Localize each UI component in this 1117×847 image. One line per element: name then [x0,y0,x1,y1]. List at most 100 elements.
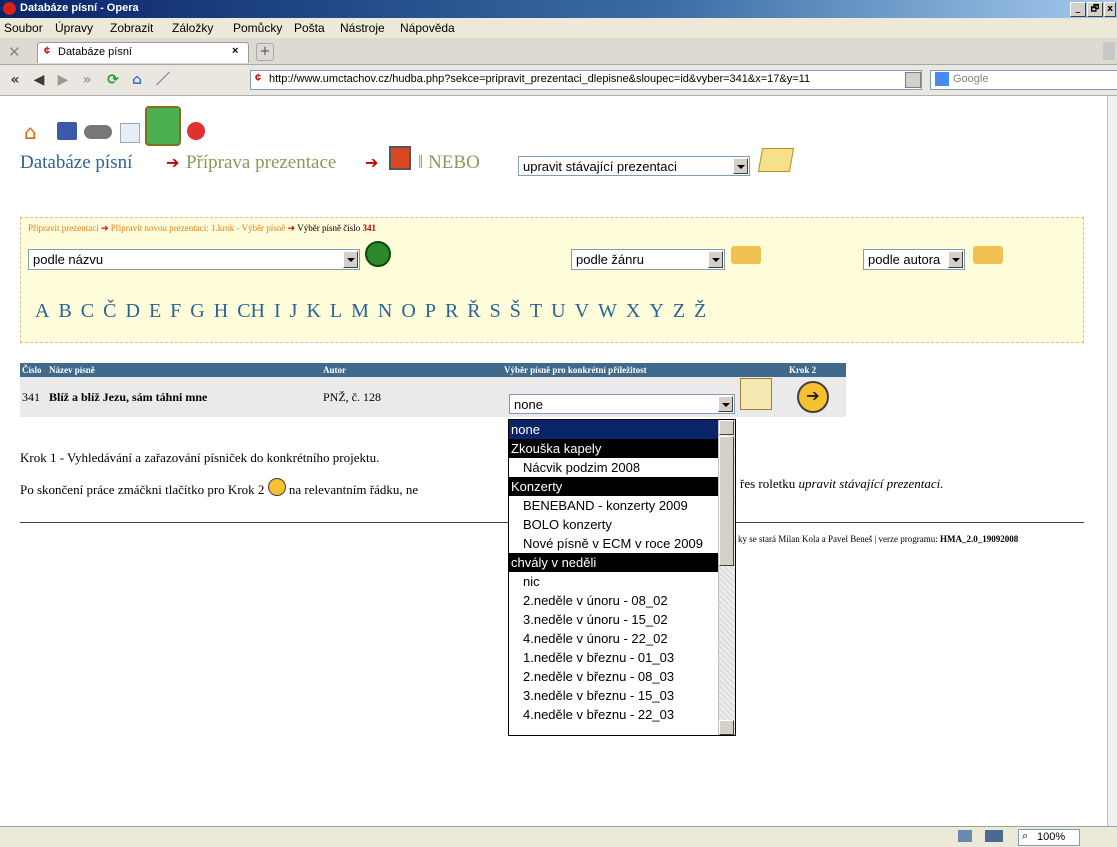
name-select[interactable]: podle názvu [28,249,360,270]
dropdown-option[interactable]: 2.neděle v únoru - 08_02 [509,591,735,610]
home-page-icon[interactable]: ⌂ [24,120,37,144]
fast-forward-icon[interactable]: » [78,71,96,89]
letter-link[interactable]: W [598,300,617,322]
tab-databaze[interactable]: ¢ Databáze písní × [37,42,249,63]
scroll-thumb[interactable] [719,436,734,566]
dropdown-option[interactable]: 4.neděle v únoru - 22_02 [509,629,735,648]
url-dropdown-arrow[interactable] [905,72,921,88]
rewind-icon[interactable]: « [6,71,24,89]
dropdown-option[interactable]: Nácvik podzim 2008 [509,458,735,477]
letter-link[interactable]: A [35,300,49,322]
letter-link[interactable]: Š [510,300,521,322]
menu-pomucky[interactable]: Pomůcky [233,21,282,35]
dropdown-option[interactable]: 1.neděle v březnu - 01_03 [509,648,735,667]
minimize-button[interactable]: _ [1070,2,1086,17]
letter-link[interactable]: L [330,300,342,322]
tools-settings-icon[interactable] [84,125,112,139]
crumb-pripravit[interactable]: Připravit prezentaci [28,223,99,233]
letter-link[interactable]: G [190,300,204,322]
letter-link[interactable]: S [490,300,501,322]
scroll-up-icon[interactable] [719,420,734,435]
letter-link[interactable]: J [290,300,298,322]
letter-link[interactable]: Ř [467,300,480,322]
book-icon[interactable] [145,106,181,146]
menu-nastroje[interactable]: Nástroje [340,21,385,35]
clipboard-icon[interactable] [740,378,772,410]
occasion-dropdown-list[interactable]: none Zkouška kapely Nácvik podzim 2008 Konz… [508,419,736,736]
dropdown-scrollbar[interactable] [718,420,735,735]
letter-link[interactable]: O [401,300,415,322]
letter-link[interactable]: E [149,300,161,322]
genre-search-icon[interactable] [731,246,761,264]
menu-upravy[interactable]: Úpravy [55,21,93,35]
back-icon[interactable]: ◀ [30,71,48,89]
dropdown-option[interactable]: BENEBAND - konzerty 2009 [509,496,735,515]
folder-open-icon[interactable] [757,148,795,172]
letter-link[interactable]: R [445,300,458,322]
computer-icon[interactable] [57,122,77,140]
panel-icon[interactable] [958,830,972,842]
document-icon[interactable] [120,123,140,143]
letter-link[interactable]: U [551,300,565,322]
url-field[interactable]: ¢ http://www.umctachov.cz/hudba.php?sekc… [250,70,922,90]
page-scrollbar[interactable] [1107,96,1117,826]
letter-link[interactable]: Ž [694,300,706,322]
genre-select[interactable]: podle žánru [571,249,725,270]
author-select[interactable]: podle autora [863,249,965,270]
crumb-databaze[interactable]: Databáze písní [20,152,132,174]
tools-icon[interactable]: ✕ [8,43,21,61]
crumb-nova[interactable]: Připravit novou prezentaci: 1.krok - Výb… [111,223,286,233]
dropdown-option[interactable]: Nové písně v ECM v roce 2009 [509,534,735,553]
occasion-select[interactable]: none [509,394,735,414]
menu-zobrazit[interactable]: Zobrazit [110,21,153,35]
letter-link[interactable]: V [575,300,589,322]
dropdown-option[interactable]: nic [509,572,735,591]
reload-icon[interactable]: ⟳ [104,71,122,89]
letter-link[interactable]: I [274,300,281,322]
letter-link[interactable]: CH [237,300,265,322]
dropdown-option[interactable]: 4.neděle v březnu - 22_03 [509,705,735,724]
letter-link[interactable]: P [425,300,436,322]
zoom-field[interactable]: ⌕ 100% [1018,829,1080,846]
letter-link[interactable]: Z [673,300,685,322]
step2-button[interactable]: ➔ [797,381,829,413]
letter-link[interactable]: M [351,300,369,322]
view-icon[interactable] [985,830,1003,842]
logout-icon[interactable] [187,122,205,140]
letter-link[interactable]: X [626,300,640,322]
maximize-button[interactable]: 🗗 [1087,2,1103,17]
home-icon[interactable]: ⌂ [128,71,146,89]
scroll-down-icon[interactable] [719,720,734,735]
dropdown-option[interactable]: none [509,420,735,439]
letter-link[interactable]: C [81,300,94,322]
letter-link[interactable]: H [214,300,228,322]
dropdown-option[interactable]: 3.neděle v únoru - 15_02 [509,610,735,629]
letter-link[interactable]: Č [103,300,116,322]
menu-napoveda[interactable]: Nápověda [400,21,455,35]
tab-close-button[interactable]: × [232,45,238,57]
forward-icon[interactable]: ▶ [54,71,72,89]
presentation-icon[interactable] [389,146,411,170]
menu-soubor[interactable]: Soubor [4,21,43,35]
letter-link[interactable]: F [170,300,181,322]
go-button[interactable] [365,241,391,267]
letter-link[interactable]: T [530,300,542,322]
menu-zalozky[interactable]: Záložky [172,21,213,35]
dropdown-option[interactable]: BOLO konzerty [509,515,735,534]
row-title[interactable]: Blíž a blíž Jezu, sám táhni mne [47,377,321,417]
existing-presentation-select[interactable]: upravit stávající prezentaci [518,156,750,176]
edit-icon[interactable]: ／ [154,71,172,89]
letter-link[interactable]: Y [649,300,663,322]
dropdown-option[interactable]: 3.neděle v březnu - 15_03 [509,686,735,705]
author-search-icon[interactable] [973,246,1003,264]
dropdown-option[interactable]: 2.neděle v březnu - 08_03 [509,667,735,686]
search-field[interactable]: Google [930,70,1117,90]
menu-posta[interactable]: Pošta [294,21,325,35]
trash-icon[interactable] [1103,42,1115,60]
close-window-button[interactable]: x [1104,2,1116,17]
letter-link[interactable]: K [306,300,320,322]
letter-link[interactable]: N [378,300,392,322]
letter-link[interactable]: B [58,300,71,322]
letter-link[interactable]: D [125,300,139,322]
new-tab-button[interactable]: + [256,43,274,61]
